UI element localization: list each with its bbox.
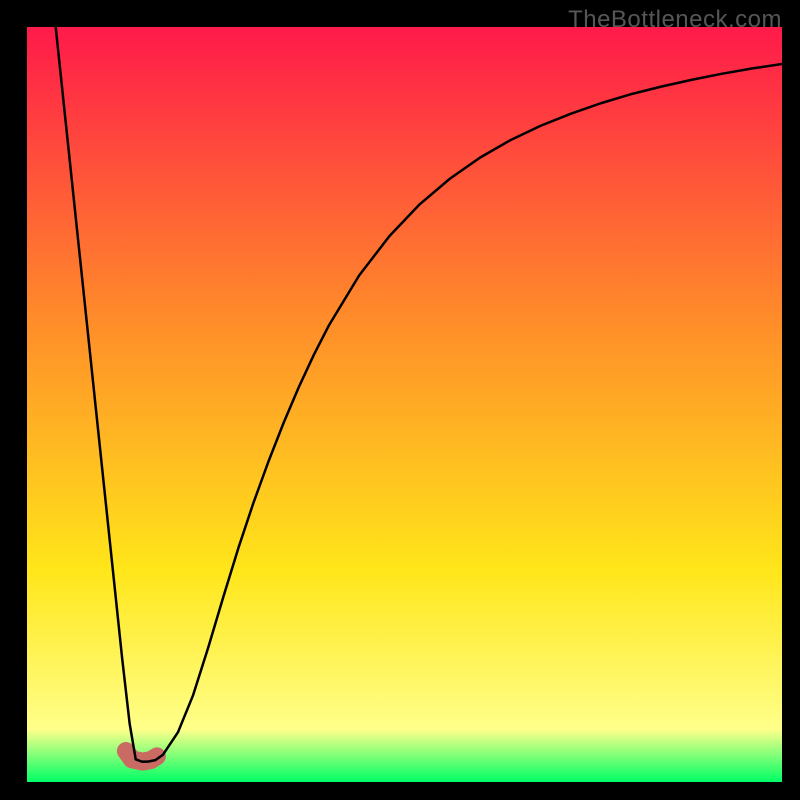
- gradient-bg: [27, 27, 782, 782]
- plot-area: [27, 27, 782, 782]
- chart-frame: TheBottleneck.com: [0, 0, 800, 800]
- chart-svg: [27, 27, 782, 782]
